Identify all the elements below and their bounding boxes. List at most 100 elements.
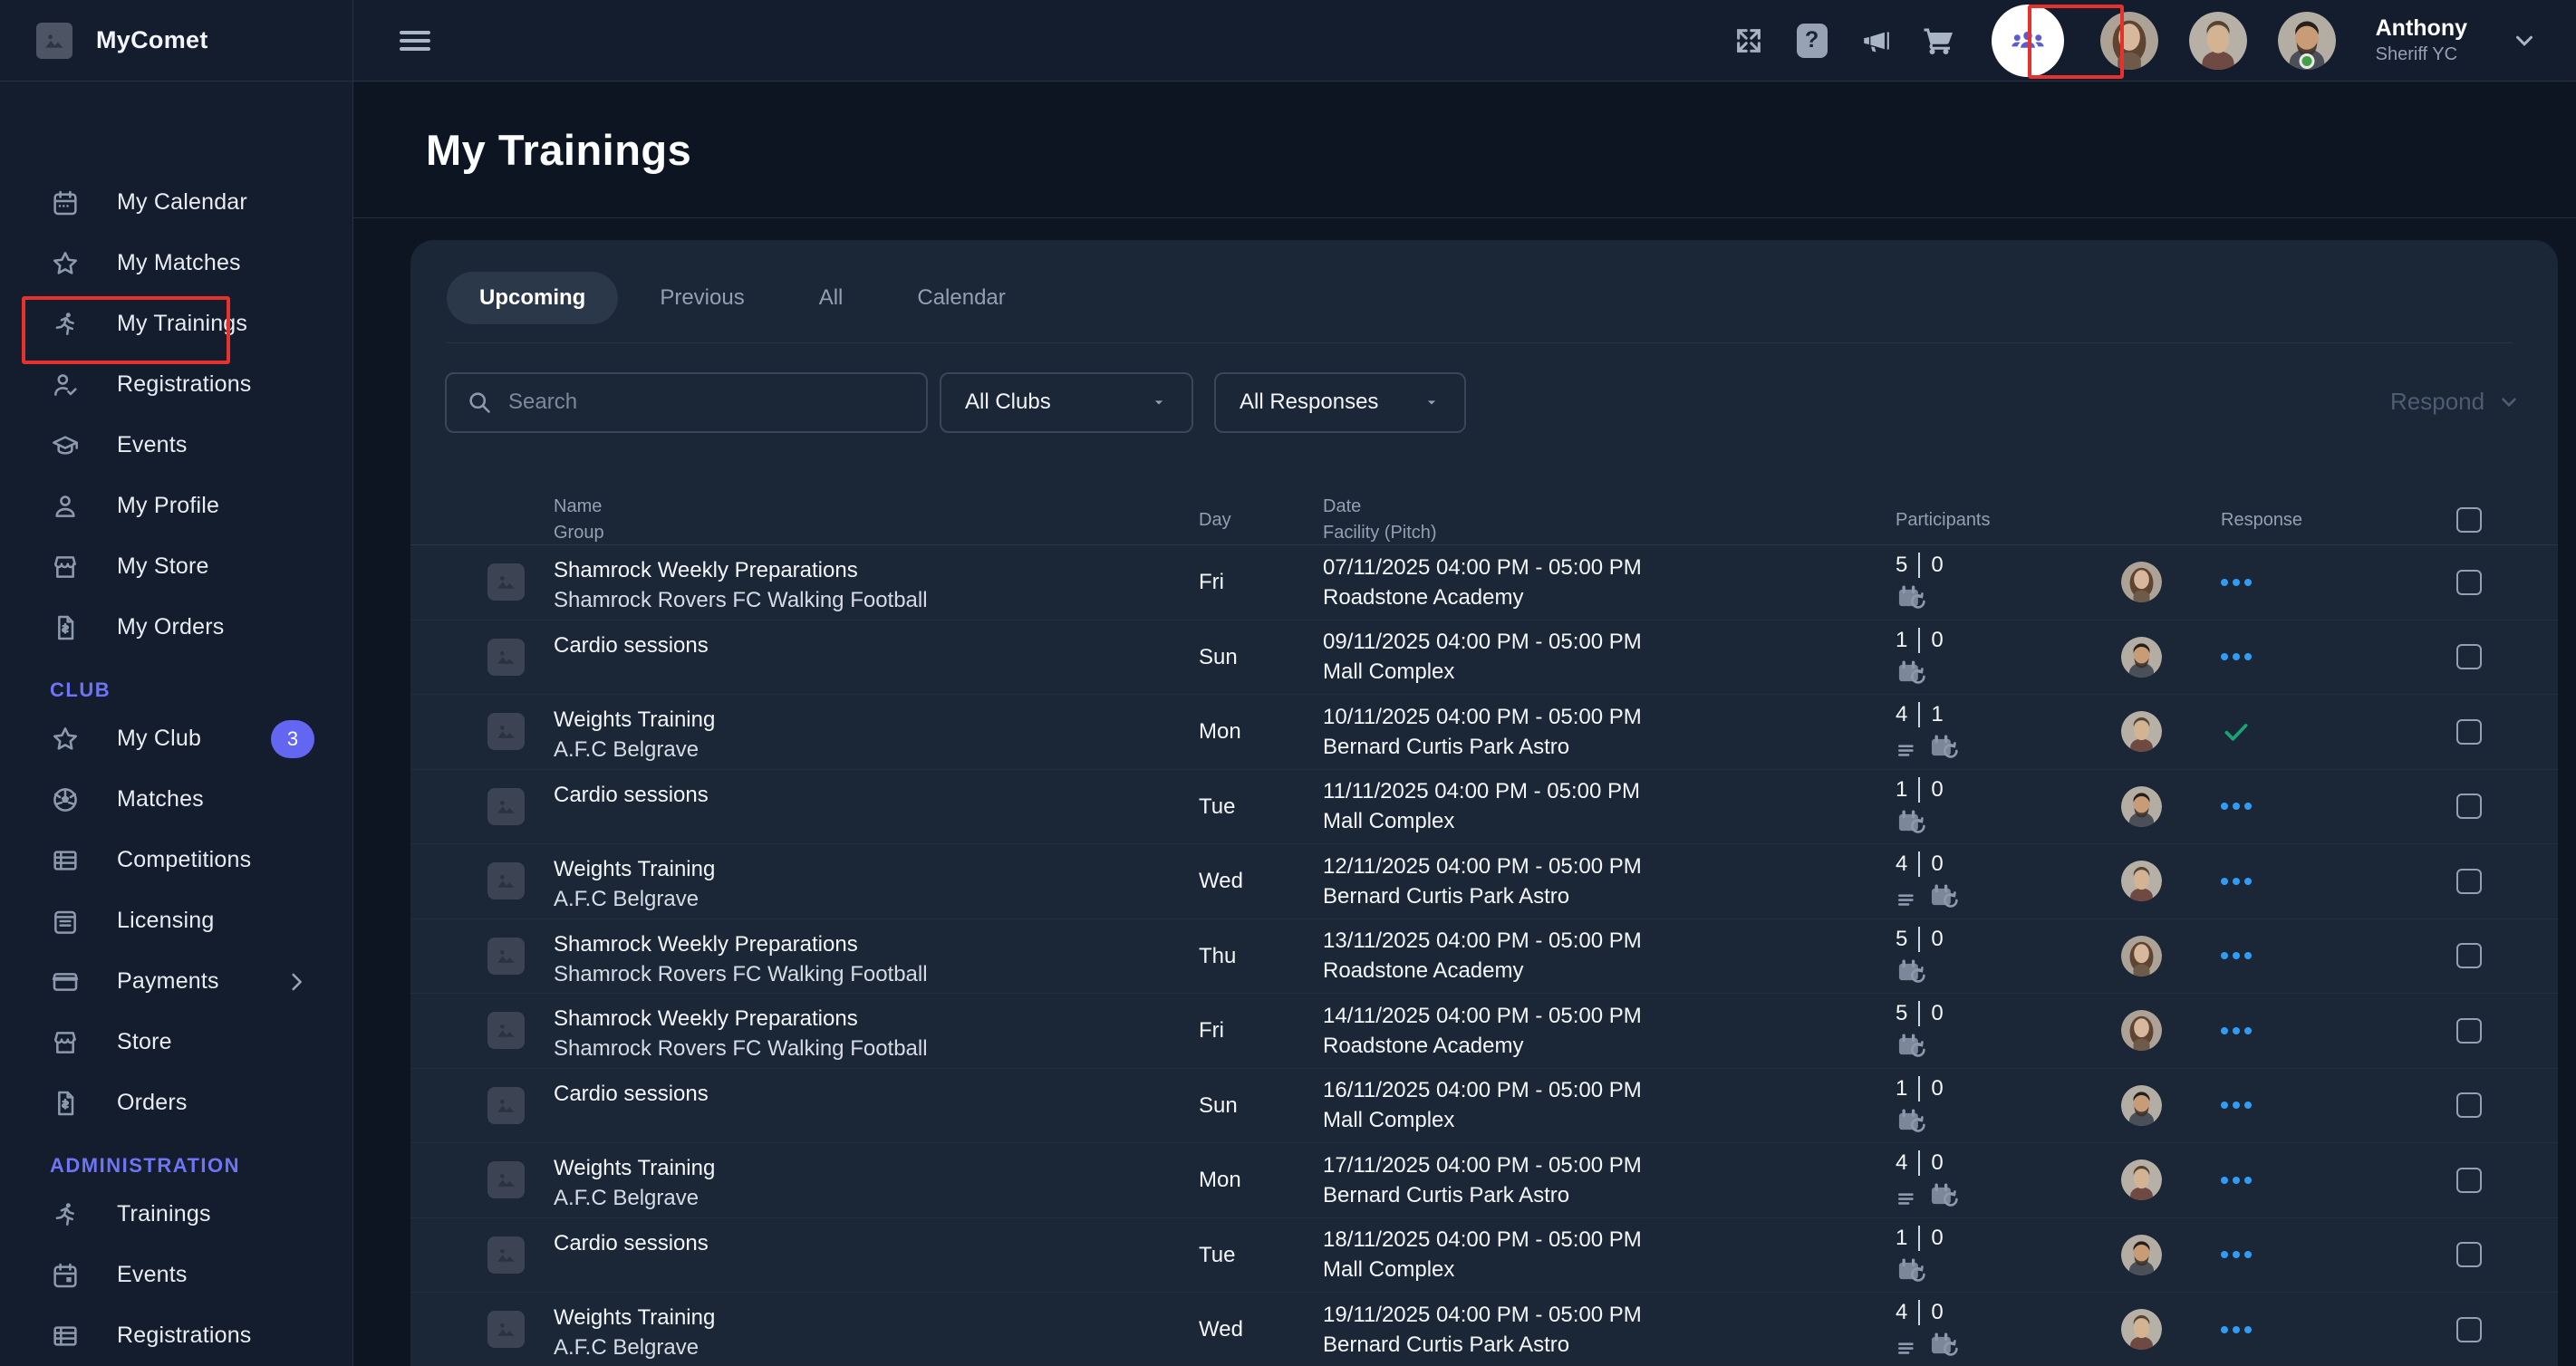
table-row[interactable]: Cardio sessionsSun16/11/2025 04:00 PM - … [410,1069,2558,1144]
user-info[interactable]: Anthony Sheriff YC [2376,14,2467,65]
day-cell: Thu [1199,941,1323,971]
clubs-filter-dropdown[interactable]: All Clubs [940,372,1193,433]
row-checkbox[interactable] [2456,869,2482,894]
table-row[interactable]: Cardio sessionsSun09/11/2025 04:00 PM - … [410,620,2558,696]
row-actions-ellipsis-button[interactable] [2221,1159,2456,1200]
sidebar-item-my-profile[interactable]: My Profile [0,476,352,536]
row-checkbox[interactable] [2456,644,2482,669]
responses-filter-dropdown[interactable]: All Responses [1214,372,1466,433]
sidebar-item-my-matches[interactable]: My Matches [0,233,352,293]
participants-declined: 0 [1931,927,1943,952]
avatar-male-beard[interactable] [2278,12,2336,70]
tab-calendar[interactable]: Calendar [884,272,1037,324]
row-checkbox[interactable] [2456,943,2482,968]
row-checkbox[interactable] [2456,1317,2482,1342]
tab-upcoming[interactable]: Upcoming [447,272,618,324]
name-group-cell: Cardio sessions [554,770,1199,810]
avatar-female[interactable] [2100,12,2158,70]
participants-count: 50 [1896,1001,2121,1026]
participants-cell: 41 [1896,695,2121,762]
switch-account-group-button[interactable] [1992,5,2064,77]
participants-declined: 0 [1931,777,1943,803]
row-checkbox[interactable] [2456,570,2482,595]
select-all-checkbox[interactable] [2456,507,2482,533]
row-actions-ellipsis-button[interactable] [2221,562,2456,602]
announcements-icon[interactable] [1859,24,1892,57]
sidebar-item-admin-trainings[interactable]: Trainings [0,1184,352,1245]
sidebar-item-label: My Store [117,553,209,580]
table-row[interactable]: Weights TrainingA.F.C BelgraveMon10/11/2… [410,695,2558,770]
row-actions-ellipsis-button[interactable] [2221,637,2456,678]
training-facility: Roadstone Academy [1323,1031,1896,1061]
main-content: My Trainings UpcomingPreviousAllCalendar… [353,82,2576,1366]
sidebar-item-admin-events[interactable]: Events [0,1245,352,1305]
date-facility-cell: 19/11/2025 04:00 PM - 05:00 PMBernard Cu… [1323,1300,1896,1360]
participants-icons [1896,1181,2121,1210]
row-actions-ellipsis-button[interactable] [2221,861,2456,901]
caret-down-icon [1423,393,1441,411]
table-row[interactable]: Shamrock Weekly PreparationsShamrock Rov… [410,545,2558,620]
sidebar-item-my-club[interactable]: My Club3 [0,708,352,769]
sidebar-item-store[interactable]: Store [0,1012,352,1073]
sidebar-item-my-trainings[interactable]: My Trainings [0,293,352,354]
row-checkbox[interactable] [2456,1168,2482,1193]
tab-all[interactable]: All [786,272,876,324]
response-accepted-check-icon [2221,717,2456,747]
sidebar-item-label: Events [117,1262,188,1288]
sidebar-item-my-calendar[interactable]: My Calendar [0,172,352,233]
table-row[interactable]: Weights TrainingA.F.C BelgraveWed12/11/2… [410,844,2558,919]
avatar-male-young[interactable] [2189,12,2247,70]
row-actions-ellipsis-button[interactable] [2221,786,2456,827]
training-group: A.F.C Belgrave [554,1332,1199,1362]
row-checkbox[interactable] [2456,1092,2482,1118]
row-checkbox[interactable] [2456,719,2482,745]
training-date: 13/11/2025 04:00 PM - 05:00 PM [1323,926,1896,956]
sidebar-item-club-matches[interactable]: Matches [0,769,352,830]
help-icon[interactable]: ? [1796,24,1828,57]
sidebar-item-label: My Profile [117,493,219,519]
name-group-cell: Weights TrainingA.F.C Belgrave [554,1293,1199,1362]
sidebar-item-payments[interactable]: Payments [0,951,352,1012]
sidebar-item-my-orders[interactable]: My Orders [0,597,352,658]
row-actions-ellipsis-button[interactable] [2221,1235,2456,1275]
table-row[interactable]: Weights TrainingA.F.C BelgraveMon17/11/2… [410,1143,2558,1218]
image-placeholder-icon [487,1012,525,1049]
sidebar-item-my-store[interactable]: My Store [0,536,352,597]
user-menu-chevron-down-icon[interactable] [2511,27,2538,54]
sidebar-item-competitions[interactable]: Competitions [0,830,352,890]
training-facility: Mall Complex [1323,806,1896,836]
app-title: MyComet [96,26,208,54]
row-actions-ellipsis-button[interactable] [2221,1010,2456,1051]
notes-icon [1896,888,1919,911]
respond-button[interactable]: Respond [2390,371,2521,432]
row-actions-ellipsis-button[interactable] [2221,1085,2456,1126]
table-row[interactable]: Weights TrainingA.F.C BelgraveWed19/11/2… [410,1293,2558,1366]
receipt-icon [50,1088,81,1119]
sidebar-item-orders[interactable]: Orders [0,1073,352,1133]
logo[interactable]: MyComet [0,0,353,81]
image-placeholder-icon [487,862,525,899]
response-cell [2221,786,2456,827]
search-input[interactable] [508,390,906,415]
sidebar-item-licensing[interactable]: Licensing [0,890,352,951]
table-body: Shamrock Weekly PreparationsShamrock Rov… [410,545,2558,1366]
cart-icon[interactable] [1923,24,1955,57]
row-checkbox[interactable] [2456,1242,2482,1267]
row-checkbox[interactable] [2456,794,2482,819]
training-group: Shamrock Rovers FC Walking Football [554,1034,1199,1063]
row-actions-ellipsis-button[interactable] [2221,1309,2456,1350]
row-checkbox[interactable] [2456,1018,2482,1044]
sidebar-badge: 3 [271,720,314,758]
table-row[interactable]: Shamrock Weekly PreparationsShamrock Rov… [410,919,2558,995]
table-row[interactable]: Cardio sessionsTue11/11/2025 04:00 PM - … [410,770,2558,845]
table-row[interactable]: Cardio sessionsTue18/11/2025 04:00 PM - … [410,1218,2558,1294]
sidebar-item-events[interactable]: Events [0,415,352,476]
sidebar-item-registrations[interactable]: Registrations [0,354,352,415]
table-row[interactable]: Shamrock Weekly PreparationsShamrock Rov… [410,994,2558,1069]
row-actions-ellipsis-button[interactable] [2221,936,2456,976]
menu-toggle-icon[interactable] [399,27,431,54]
fullscreen-icon[interactable] [1732,24,1765,57]
training-date: 12/11/2025 04:00 PM - 05:00 PM [1323,851,1896,881]
sidebar-item-admin-registrations[interactable]: Registrations [0,1305,352,1366]
tab-previous[interactable]: Previous [627,272,777,324]
